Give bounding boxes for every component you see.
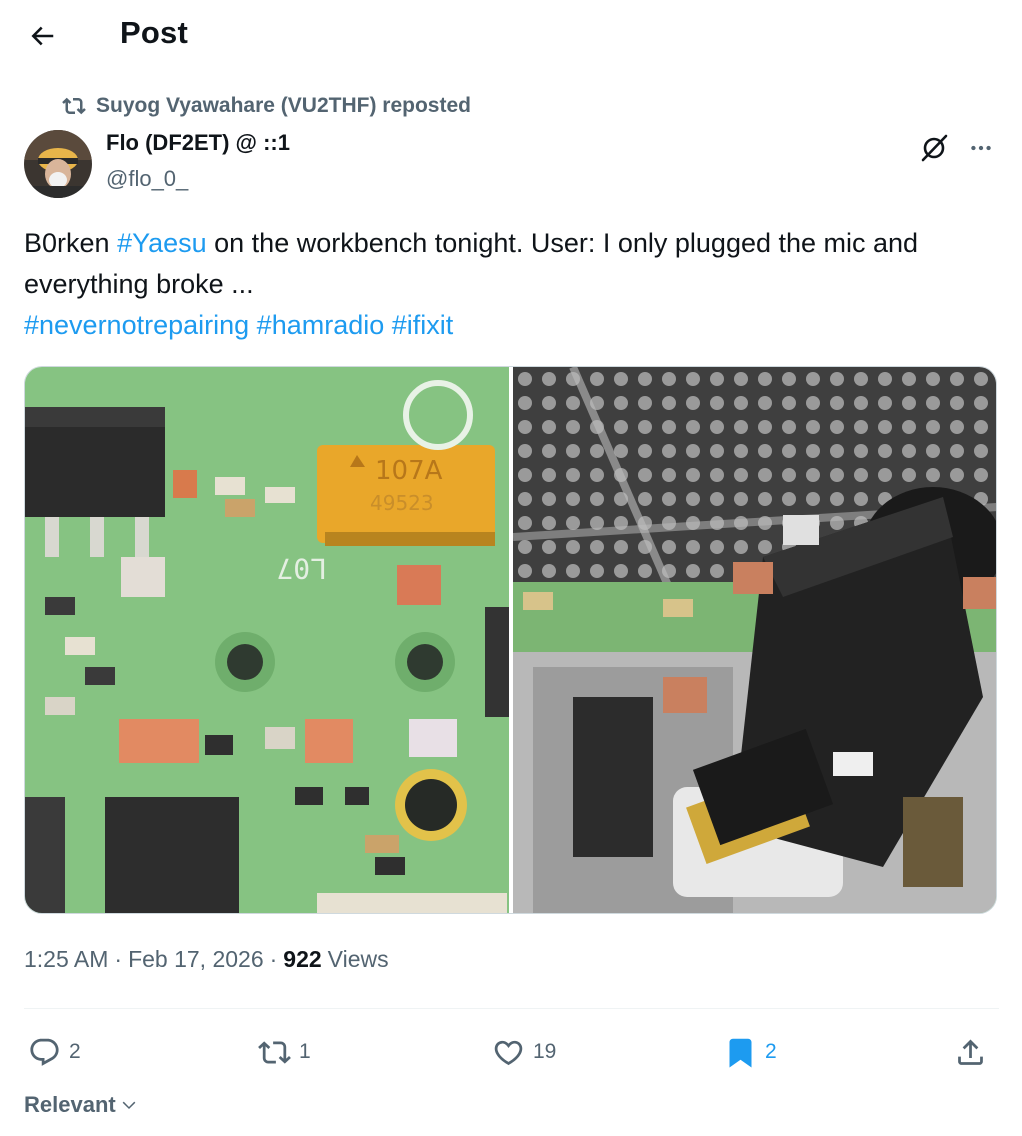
action-bar: 2 1 19 2 bbox=[24, 1030, 999, 1074]
separator-dot: · bbox=[114, 946, 123, 972]
silkscreen-label: L07 bbox=[276, 552, 327, 585]
hashtag-link[interactable]: #nevernotrepairing bbox=[24, 310, 249, 340]
reply-icon bbox=[30, 1038, 59, 1066]
post-metadata: 1:25 AM · Feb 17, 2026 · 922 Views bbox=[24, 946, 389, 973]
tweet-text: B0rken #Yaesu on the workbench tonight. … bbox=[24, 223, 999, 346]
post-time[interactable]: 1:25 AM bbox=[24, 946, 108, 973]
avatar-image bbox=[24, 130, 92, 198]
page-title: Post bbox=[120, 15, 188, 50]
share-button[interactable] bbox=[954, 1030, 987, 1074]
more-horizontal-icon bbox=[971, 145, 991, 151]
grok-icon bbox=[921, 134, 948, 162]
share-icon bbox=[958, 1039, 983, 1065]
hashtag-link[interactable]: #hamradio bbox=[257, 310, 385, 340]
repost-icon bbox=[62, 97, 86, 115]
pcb-photo: 107A 49523 L07 bbox=[25, 367, 509, 913]
reply-sort-dropdown[interactable]: Relevant bbox=[24, 1092, 138, 1118]
author-name[interactable]: Flo (DF2ET) @ ::1 bbox=[106, 130, 290, 156]
more-options-button[interactable] bbox=[963, 130, 999, 166]
like-button[interactable]: 19 bbox=[492, 1030, 556, 1074]
media-grid: 107A 49523 L07 bbox=[24, 366, 997, 914]
heart-icon bbox=[494, 1040, 523, 1065]
author-handle[interactable]: @flo_0_ bbox=[106, 166, 188, 192]
tweet-text-part: B0rken bbox=[24, 228, 118, 258]
hashtag-link[interactable]: #Yaesu bbox=[117, 228, 207, 258]
views-label: Views bbox=[327, 946, 389, 972]
separator-dot: · bbox=[269, 946, 278, 972]
repost-count: 1 bbox=[299, 1040, 311, 1063]
repost-button[interactable]: 1 bbox=[258, 1030, 311, 1074]
bookmark-filled-icon bbox=[729, 1038, 752, 1068]
capacitor-marking-top: 107A bbox=[375, 456, 443, 486]
jack-photo bbox=[513, 367, 996, 913]
like-count: 19 bbox=[533, 1040, 557, 1063]
repost-text[interactable]: Suyog Vyawahare (VU2THF) reposted bbox=[96, 94, 471, 118]
media-photo-jack[interactable] bbox=[513, 367, 996, 913]
grok-button[interactable] bbox=[916, 130, 952, 166]
top-bar: Post bbox=[0, 0, 1022, 72]
bookmark-button[interactable]: 2 bbox=[724, 1030, 777, 1074]
arrow-left-icon bbox=[31, 26, 54, 46]
post-date[interactable]: Feb 17, 2026 bbox=[128, 946, 264, 973]
chevron-down-icon bbox=[122, 1101, 136, 1110]
repost-indicator: Suyog Vyawahare (VU2THF) reposted bbox=[62, 94, 471, 118]
views-count: 922 bbox=[283, 946, 322, 972]
reply-button[interactable]: 2 bbox=[28, 1030, 81, 1074]
hashtag-link[interactable]: #ifixit bbox=[392, 310, 454, 340]
bookmark-count: 2 bbox=[765, 1040, 777, 1063]
reply-count: 2 bbox=[69, 1040, 81, 1063]
media-photo-pcb[interactable]: 107A 49523 L07 bbox=[25, 367, 509, 913]
repost-icon bbox=[258, 1040, 291, 1064]
back-button[interactable] bbox=[22, 18, 62, 54]
divider bbox=[24, 1008, 999, 1009]
sort-label: Relevant bbox=[24, 1092, 116, 1117]
capacitor-marking-bottom: 49523 bbox=[370, 491, 434, 515]
avatar[interactable] bbox=[24, 130, 92, 198]
